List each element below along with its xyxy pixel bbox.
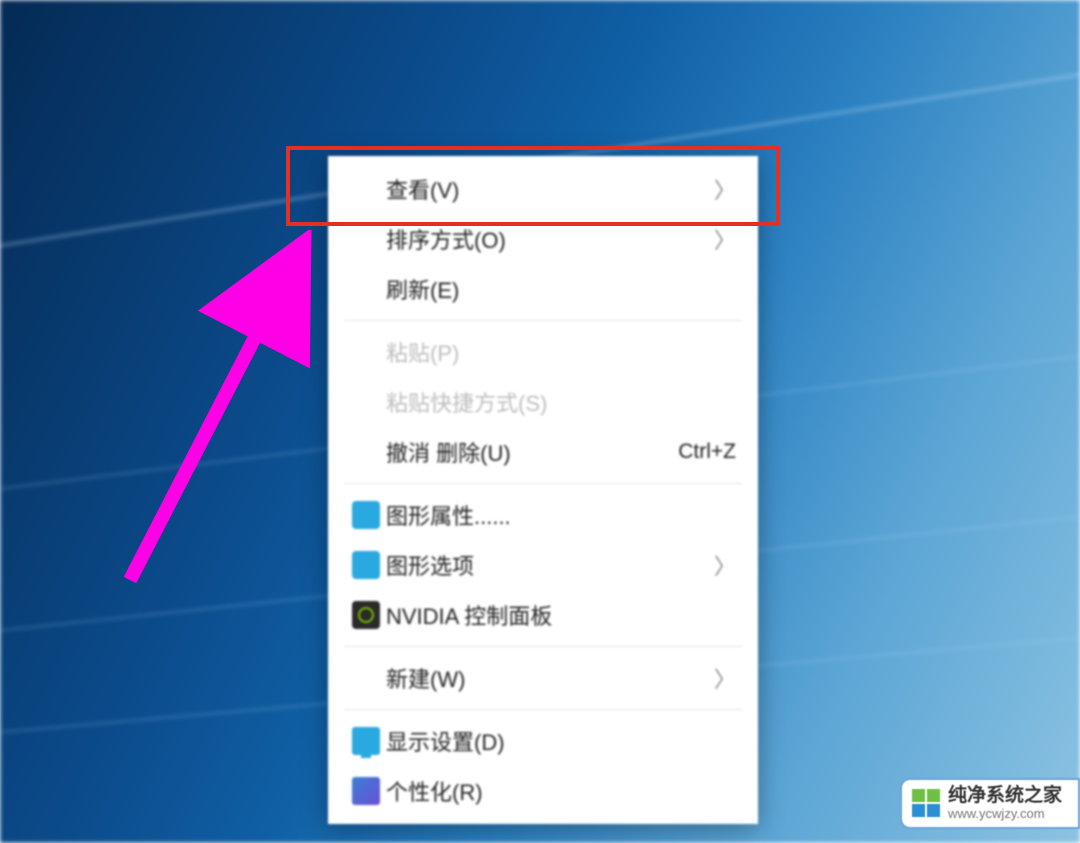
menu-separator [344,483,742,484]
chevron-right-icon: 〉 [714,173,736,205]
menu-item-view[interactable]: 查看(V) 〉 [328,164,758,214]
desktop-context-menu: 查看(V) 〉 排序方式(O) 〉 刷新(E) 粘贴(P) 粘贴快捷方式(S) … [328,156,758,824]
menu-item-undo-delete[interactable]: 撤消 删除(U) Ctrl+Z [328,427,758,477]
watermark-title: 纯净系统之家 [948,786,1062,807]
menu-item-label: 刷新(E) [386,273,736,305]
menu-item-label: 查看(V) [386,173,714,205]
watermark-logo-icon [912,789,940,817]
personalize-icon [346,777,386,805]
menu-item-label: 排序方式(O) [386,223,714,255]
nvidia-icon [346,601,386,629]
menu-item-refresh[interactable]: 刷新(E) [328,264,758,314]
menu-item-display-settings[interactable]: 显示设置(D) [328,716,758,766]
intel-graphics-icon [346,551,386,579]
menu-item-label: 粘贴(P) [386,336,736,368]
menu-separator [344,320,742,321]
menu-item-label: 撤消 删除(U) [386,436,678,468]
menu-item-label: 个性化(R) [386,775,736,807]
menu-item-label: 图形选项 [386,549,714,581]
menu-item-paste: 粘贴(P) [328,327,758,377]
chevron-right-icon: 〉 [714,662,736,694]
menu-item-label: 显示设置(D) [386,725,736,757]
menu-item-sort[interactable]: 排序方式(O) 〉 [328,214,758,264]
menu-item-new[interactable]: 新建(W) 〉 [328,653,758,703]
menu-separator [344,709,742,710]
display-icon [346,727,386,755]
menu-item-graphics-options[interactable]: 图形选项 〉 [328,540,758,590]
menu-item-label: NVIDIA 控制面板 [386,599,736,631]
menu-separator [344,646,742,647]
watermark-badge: 纯净系统之家 www.ycwjzy.com [900,778,1080,829]
menu-item-graphics-properties[interactable]: 图形属性...... [328,490,758,540]
menu-item-paste-shortcut: 粘贴快捷方式(S) [328,377,758,427]
menu-item-nvidia-control-panel[interactable]: NVIDIA 控制面板 [328,590,758,640]
intel-graphics-icon [346,501,386,529]
watermark-url: www.ycwjzy.com [948,807,1062,821]
annotation-arrow-icon [100,230,330,590]
menu-item-label: 图形属性...... [386,499,736,531]
menu-item-label: 新建(W) [386,662,714,694]
chevron-right-icon: 〉 [714,549,736,581]
chevron-right-icon: 〉 [714,223,736,255]
menu-item-personalize[interactable]: 个性化(R) [328,766,758,816]
menu-item-label: 粘贴快捷方式(S) [386,386,736,418]
menu-item-shortcut: Ctrl+Z [678,440,736,464]
